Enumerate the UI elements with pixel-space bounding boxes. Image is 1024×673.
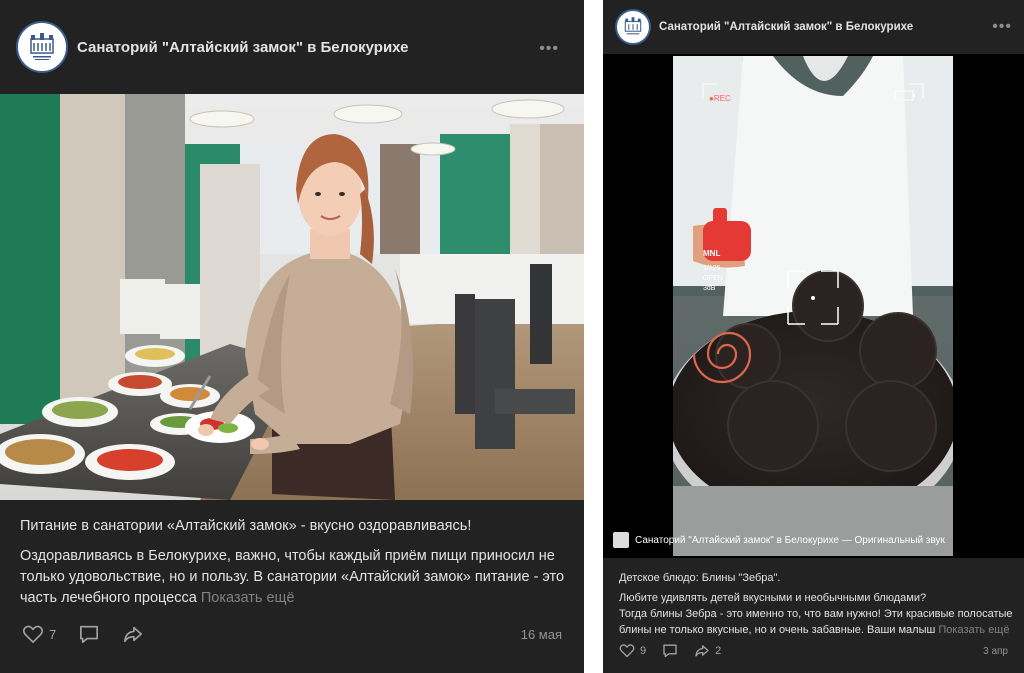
- post-title: Питание в санатории «Алтайский замок» - …: [20, 518, 472, 534]
- audio-source-thumbnail: [613, 532, 629, 548]
- comment-icon: [80, 625, 99, 643]
- post-card-2: Санаторий "Алтайский замок" в Белокурихе…: [603, 0, 1024, 673]
- audio-source-label: Санаторий "Алтайский замок" в Белокурихе…: [635, 534, 945, 546]
- video-audio-caption[interactable]: Санаторий "Алтайский замок" в Белокурихе…: [613, 532, 945, 548]
- group-avatar[interactable]: [615, 9, 651, 45]
- rec-indicator: ●REC: [709, 94, 731, 103]
- video-player[interactable]: ●REC MNL 1/125 OPEN 3dB Санаторий "Алтай…: [603, 54, 1024, 558]
- post-header: Санаторий "Алтайский замок" в Белокурихе: [0, 0, 584, 94]
- post-photo[interactable]: [0, 94, 584, 500]
- like-button[interactable]: 7: [22, 624, 56, 644]
- share-icon: [124, 626, 143, 643]
- more-options-icon[interactable]: •••: [992, 18, 1012, 36]
- post-actions: 9 2: [619, 643, 737, 658]
- show-more-link[interactable]: Показать ещё: [201, 590, 295, 606]
- pancake-cooking-video-still: ●REC MNL 1/125 OPEN 3dB: [673, 56, 953, 556]
- share-icon: [695, 645, 709, 657]
- post-actions: 7: [22, 624, 166, 644]
- share-button[interactable]: [122, 624, 144, 644]
- post-card-1: Санаторий "Алтайский замок" в Белокурихе…: [0, 0, 584, 673]
- restaurant-buffet-photo: [0, 94, 584, 500]
- share-count: 2: [715, 644, 722, 657]
- comment-icon: [663, 644, 677, 658]
- camera-gain-label: 3dB: [703, 285, 716, 292]
- video-frame: ●REC MNL 1/125 OPEN 3dB: [673, 56, 953, 556]
- post-text-line: Любите удивлять детей вкусными и необычн…: [619, 592, 927, 604]
- post-text: Любите удивлять детей вкусными и необычн…: [619, 590, 1014, 638]
- heart-icon: [22, 625, 44, 643]
- heart-icon: [619, 644, 635, 658]
- like-count: 7: [49, 626, 57, 642]
- comment-button[interactable]: [78, 624, 100, 644]
- more-options-icon[interactable]: •••: [539, 40, 559, 58]
- like-button[interactable]: 9: [619, 643, 646, 658]
- camera-exposure-label: 1/125: [703, 265, 721, 272]
- like-count: 9: [640, 644, 647, 657]
- comment-button[interactable]: [662, 643, 678, 658]
- group-name-link[interactable]: Санаторий "Алтайский замок" в Белокурихе: [77, 39, 409, 56]
- group-avatar[interactable]: [16, 21, 68, 73]
- post-text: Оздоравливаясь в Белокурихе, важно, чтоб…: [20, 546, 568, 609]
- camera-brand-label: MNL: [703, 249, 720, 258]
- group-name-link[interactable]: Санаторий "Алтайский замок" в Белокурихе: [659, 21, 913, 33]
- share-button[interactable]: 2: [694, 643, 721, 658]
- post-date[interactable]: 16 мая: [521, 627, 562, 642]
- castle-logo-icon: [30, 33, 54, 60]
- castle-logo-icon: [624, 17, 642, 35]
- camera-aperture-label: OPEN: [703, 275, 723, 282]
- post-date[interactable]: 3 апр: [983, 646, 1008, 657]
- post-header: Санаторий "Алтайский замок" в Белокурихе: [603, 0, 1024, 54]
- post-title: Детское блюдо: Блины "Зебра".: [619, 572, 781, 584]
- show-more-link[interactable]: Показать ещё: [938, 624, 1009, 636]
